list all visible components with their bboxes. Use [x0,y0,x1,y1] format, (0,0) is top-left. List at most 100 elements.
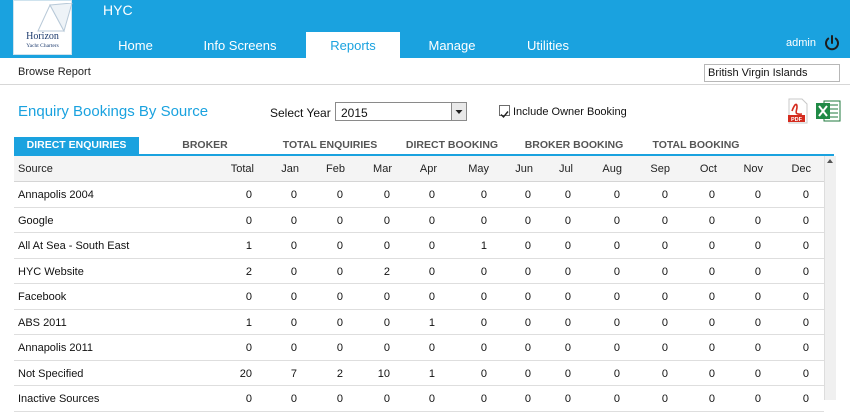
value-cell: 0 [245,214,252,227]
value-cell: 0 [564,240,571,252]
value-cell: 0 [480,342,487,354]
user-name[interactable]: admin [786,37,816,49]
subtab-broker-booking[interactable]: BROKER BOOKING [524,137,624,154]
source-cell: Inactive Sources [18,393,100,405]
power-icon[interactable] [823,34,841,52]
column-header[interactable]: Jul [559,156,573,181]
value-cell: 0 [564,393,571,405]
table-row[interactable]: HYC Website 2 0 0 2 0 0 0 0 0 0 0 0 0 [14,259,824,284]
subtab-direct-booking[interactable]: DIRECT BOOKING [404,137,500,154]
value-cell: 0 [661,189,668,201]
value-cell: 0 [661,240,668,252]
main-nav: Home Info Screens Reports Manage Utiliti… [0,32,700,58]
value-cell: 0 [661,393,668,405]
value-cell: 0 [480,189,487,201]
source-cell: Annapolis 2004 [18,189,94,201]
include-owner-checkbox[interactable] [499,105,510,119]
value-cell: 0 [613,367,620,380]
value-cell: 0 [613,316,620,329]
value-cell: 0 [661,367,668,380]
value-cell: 20 [239,367,252,380]
value-cell: 0 [613,342,620,354]
table-row[interactable]: ABS 2011 1 0 0 0 1 0 0 0 0 0 0 0 0 [14,310,824,335]
value-cell: 0 [383,342,390,354]
chevron-down-icon[interactable] [451,103,466,120]
pdf-icon[interactable]: PDF [786,98,810,124]
column-header[interactable]: Feb [326,156,345,181]
column-header[interactable]: Jan [281,156,299,181]
table-row[interactable]: Annapolis 2004 0 0 0 0 0 0 0 0 0 0 0 0 0 [14,182,824,208]
source-cell: Facebook [18,291,67,303]
value-cell: 10 [377,367,390,380]
table-row[interactable]: All At Sea - South East 1 0 0 0 0 1 0 0 0 0 0 0 0 [14,233,824,259]
region-field[interactable] [704,64,840,82]
table-header-row: Source Total Jan Feb Mar Apr May Jun Jul… [14,156,824,182]
subtab-total-booking[interactable]: TOTAL BOOKING [650,137,742,154]
value-cell: 0 [802,265,809,278]
value-cell: 0 [336,342,343,354]
column-header[interactable]: May [468,156,489,181]
subtab-total-enquiries[interactable]: TOTAL ENQUIRIES [282,137,378,154]
nav-tab-utilities[interactable]: Utilities [518,32,578,58]
value-cell: 0 [480,291,487,303]
nav-tab-reports[interactable]: Reports [306,32,400,58]
value-cell: 0 [754,291,761,303]
value-cell: 0 [428,214,435,227]
value-cell: 0 [290,291,297,303]
year-select[interactable]: 2015 [335,102,467,121]
value-cell: 0 [428,342,435,354]
value-cell: 1 [428,367,435,380]
table-row[interactable]: Not Specified 20 7 2 10 1 0 0 0 0 0 0 0 0 [14,361,824,386]
value-cell: 0 [336,316,343,329]
table-row[interactable]: Inactive Sources 0 0 0 0 0 0 0 0 0 0 0 0 0 [14,386,824,412]
value-cell: 0 [708,393,715,405]
column-header[interactable]: Aug [602,156,622,181]
table-body: Annapolis 2004 0 0 0 0 0 0 0 0 0 0 0 0 0 Google 0 0 0 0 0 0 0… [14,182,824,412]
table-row[interactable]: Google 0 0 0 0 0 0 0 0 0 0 0 0 0 [14,208,824,233]
value-cell: 0 [708,189,715,201]
column-header[interactable]: Apr [420,156,437,181]
value-cell: 0 [383,291,390,303]
value-cell: 0 [336,189,343,201]
value-cell: 0 [480,316,487,329]
column-header[interactable]: Dec [791,156,811,181]
value-cell: 0 [383,393,390,405]
column-header[interactable]: Sep [650,156,670,181]
nav-tab-home[interactable]: Home [103,32,168,58]
nav-tab-info-screens[interactable]: Info Screens [194,32,286,58]
value-cell: 0 [245,189,252,201]
checkmark-icon [500,111,509,119]
value-cell: 0 [290,342,297,354]
value-cell: 0 [480,367,487,380]
subtab-direct-enquiries[interactable]: DIRECT ENQUIRIES [14,137,139,154]
report-table: Source Total Jan Feb Mar Apr May Jun Jul… [14,156,824,412]
value-cell: 0 [708,240,715,252]
value-cell: 0 [524,214,531,227]
value-cell: 0 [383,240,390,252]
breadcrumb[interactable]: Browse Report [18,66,91,78]
value-cell: 0 [245,291,252,303]
value-cell: 0 [290,316,297,329]
value-cell: 0 [661,291,668,303]
table-scrollbar[interactable] [824,156,836,400]
value-cell: 0 [802,367,809,380]
value-cell: 0 [336,265,343,278]
value-cell: 0 [336,214,343,227]
scroll-up-icon[interactable] [827,159,833,163]
value-cell: 0 [708,291,715,303]
column-header[interactable]: Source [18,156,53,181]
nav-tab-manage[interactable]: Manage [417,32,487,58]
column-header[interactable]: Oct [700,156,717,181]
excel-icon[interactable] [815,98,842,124]
table-row[interactable]: Annapolis 2011 0 0 0 0 0 0 0 0 0 0 0 0 0 [14,335,824,361]
table-row[interactable]: Facebook 0 0 0 0 0 0 0 0 0 0 0 0 0 [14,284,824,310]
column-header[interactable]: Nov [743,156,763,181]
value-cell: 0 [480,214,487,227]
value-cell: 0 [802,291,809,303]
value-cell: 0 [661,265,668,278]
value-cell: 0 [708,265,715,278]
subtab-broker-enquiries[interactable]: BROKER ENQUIRIES [152,137,258,168]
column-header[interactable]: Total [231,156,254,181]
column-header[interactable]: Mar [373,156,392,181]
column-header[interactable]: Jun [515,156,533,181]
